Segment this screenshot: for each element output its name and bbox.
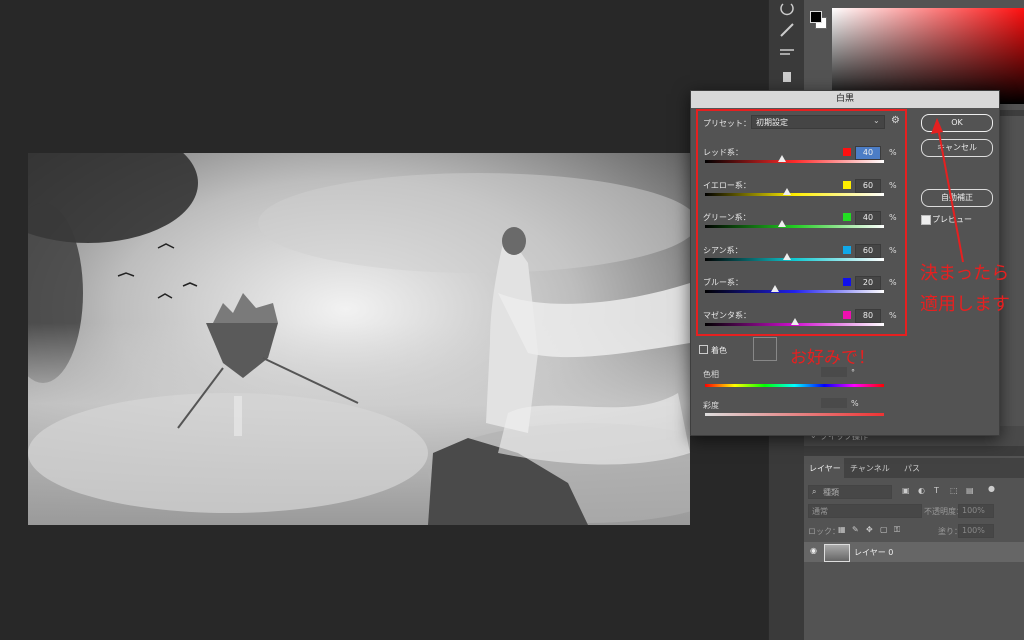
tab-layers-label: レイヤー (809, 464, 841, 473)
tint-checkbox[interactable] (699, 345, 708, 354)
arrow-annotation (931, 118, 964, 263)
opacity-field[interactable]: 100% (958, 504, 994, 518)
saturation-label: 彩度 (703, 401, 719, 410)
blend-mode-select[interactable]: 通常 (808, 504, 922, 518)
filter-shape-icon[interactable]: ⬚ (950, 486, 958, 495)
saturation-slider-track[interactable] (705, 413, 884, 416)
saturation-field[interactable] (821, 398, 847, 408)
tab-layers[interactable]: レイヤー (804, 458, 844, 478)
panel-gap (804, 446, 1024, 456)
annotation-preference: お好みで！ (790, 348, 875, 368)
foreground-color-swatch[interactable] (810, 11, 822, 23)
filter-type-icon[interactable]: T (934, 486, 939, 495)
layer-filter-label: 種類 (823, 488, 839, 497)
layer-filter-select[interactable]: ⌕ 種類 (808, 485, 892, 499)
tab-channels[interactable]: チャンネル (850, 463, 890, 474)
hue-field[interactable] (821, 367, 847, 377)
blend-mode-value: 通常 (812, 507, 828, 516)
layers-tab-bar: レイヤー チャンネル パス (804, 458, 1024, 478)
opacity-value: 100% (962, 506, 985, 515)
tint-label: 着色 (711, 346, 727, 355)
filter-toggle-icon[interactable]: ● (988, 484, 995, 493)
filter-smart-icon[interactable]: ▤ (966, 486, 974, 495)
clone-source-icon[interactable] (777, 66, 797, 86)
fill-field[interactable]: 100% (958, 524, 994, 538)
brush-icon[interactable] (777, 20, 797, 40)
document-canvas[interactable] (28, 153, 690, 525)
tint-color-swatch[interactable] (753, 337, 777, 361)
lock-all-icon[interactable]: ⚿ (894, 525, 900, 535)
annotation-line2: 適用します (920, 294, 1010, 315)
filter-pixel-icon[interactable]: ▣ (902, 486, 910, 495)
layer-name: レイヤー 0 (854, 548, 894, 557)
highlight-box (696, 109, 907, 336)
saturation-unit: % (851, 399, 859, 408)
lock-transparent-icon[interactable]: ▦ (838, 525, 846, 534)
history-icon[interactable] (777, 0, 797, 20)
lock-paint-icon[interactable]: ✎ (852, 525, 859, 534)
dialog-title: 白黒 (691, 91, 999, 108)
fill-value: 100% (962, 526, 985, 535)
hue-unit: ° (851, 368, 855, 377)
lock-move-icon[interactable]: ✥ (866, 525, 873, 534)
hue-slider-track[interactable] (705, 384, 884, 387)
eye-icon[interactable]: ◉ (810, 546, 817, 555)
tab-paths[interactable]: パス (904, 463, 920, 474)
hue-label: 色相 (703, 370, 719, 379)
lock-label: ロック： (808, 527, 840, 536)
filter-adjust-icon[interactable]: ◐ (918, 486, 925, 495)
canvas-image (28, 153, 690, 525)
layer-row[interactable]: ◉ レイヤー 0 (804, 542, 1024, 562)
layer-thumbnail (824, 544, 850, 562)
annotation-line1: 決まったら (920, 263, 1010, 284)
lock-artboard-icon[interactable]: ▢ (880, 525, 888, 534)
brush-settings-icon[interactable] (777, 42, 797, 62)
search-icon: ⌕ (812, 487, 817, 496)
